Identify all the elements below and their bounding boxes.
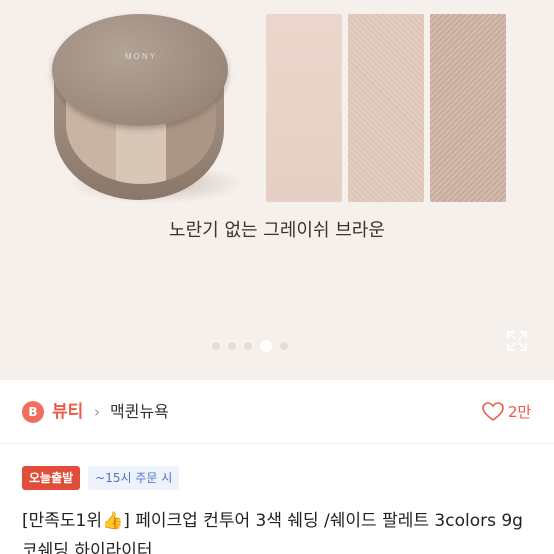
carousel-dot[interactable] [212, 342, 220, 350]
carousel-indicator [212, 340, 288, 352]
category-link[interactable]: 뷰티 [52, 401, 83, 423]
compact-lid [52, 14, 228, 126]
carousel-dot-active[interactable] [260, 340, 272, 352]
compact-logo: MONY [125, 52, 157, 61]
heart-icon[interactable] [482, 402, 504, 422]
carousel-dot[interactable] [280, 342, 288, 350]
swatch-1 [266, 14, 342, 202]
category-row: B 뷰티 › 맥퀸뉴욕 2만 [0, 380, 554, 444]
color-swatches [266, 14, 506, 202]
like-count: 2만 [508, 403, 532, 421]
product-title: [만족도1위👍] 페이크업 컨투어 3색 쉐딩 /쉐이드 팔레트 3colors… [22, 506, 542, 554]
swatch-3 [430, 14, 506, 202]
expand-icon[interactable] [506, 330, 528, 352]
brand-link[interactable]: 맥퀸뉴욕 [110, 401, 169, 423]
product-image-carousel[interactable]: MONY 노란기 없는 그레이쉬 브라운 [0, 0, 554, 380]
compact-illustration: MONY [44, 14, 246, 208]
carousel-dot[interactable] [228, 342, 236, 350]
product-title-part1: [만족도1위 [22, 511, 103, 531]
order-deadline-badge: ~15시 주문 시 [88, 466, 180, 490]
swatch-2 [348, 14, 424, 202]
chevron-right-icon: › [94, 403, 100, 421]
beauty-badge-icon: B [22, 401, 44, 423]
carousel-dot[interactable] [244, 342, 252, 350]
thumbs-up-icon: 👍 [102, 511, 124, 531]
today-shipping-badge: 오늘출발 [22, 466, 81, 490]
shipping-tags: 오늘출발 ~15시 주문 시 [22, 466, 180, 490]
image-caption: 노란기 없는 그레이쉬 브라운 [169, 220, 385, 241]
